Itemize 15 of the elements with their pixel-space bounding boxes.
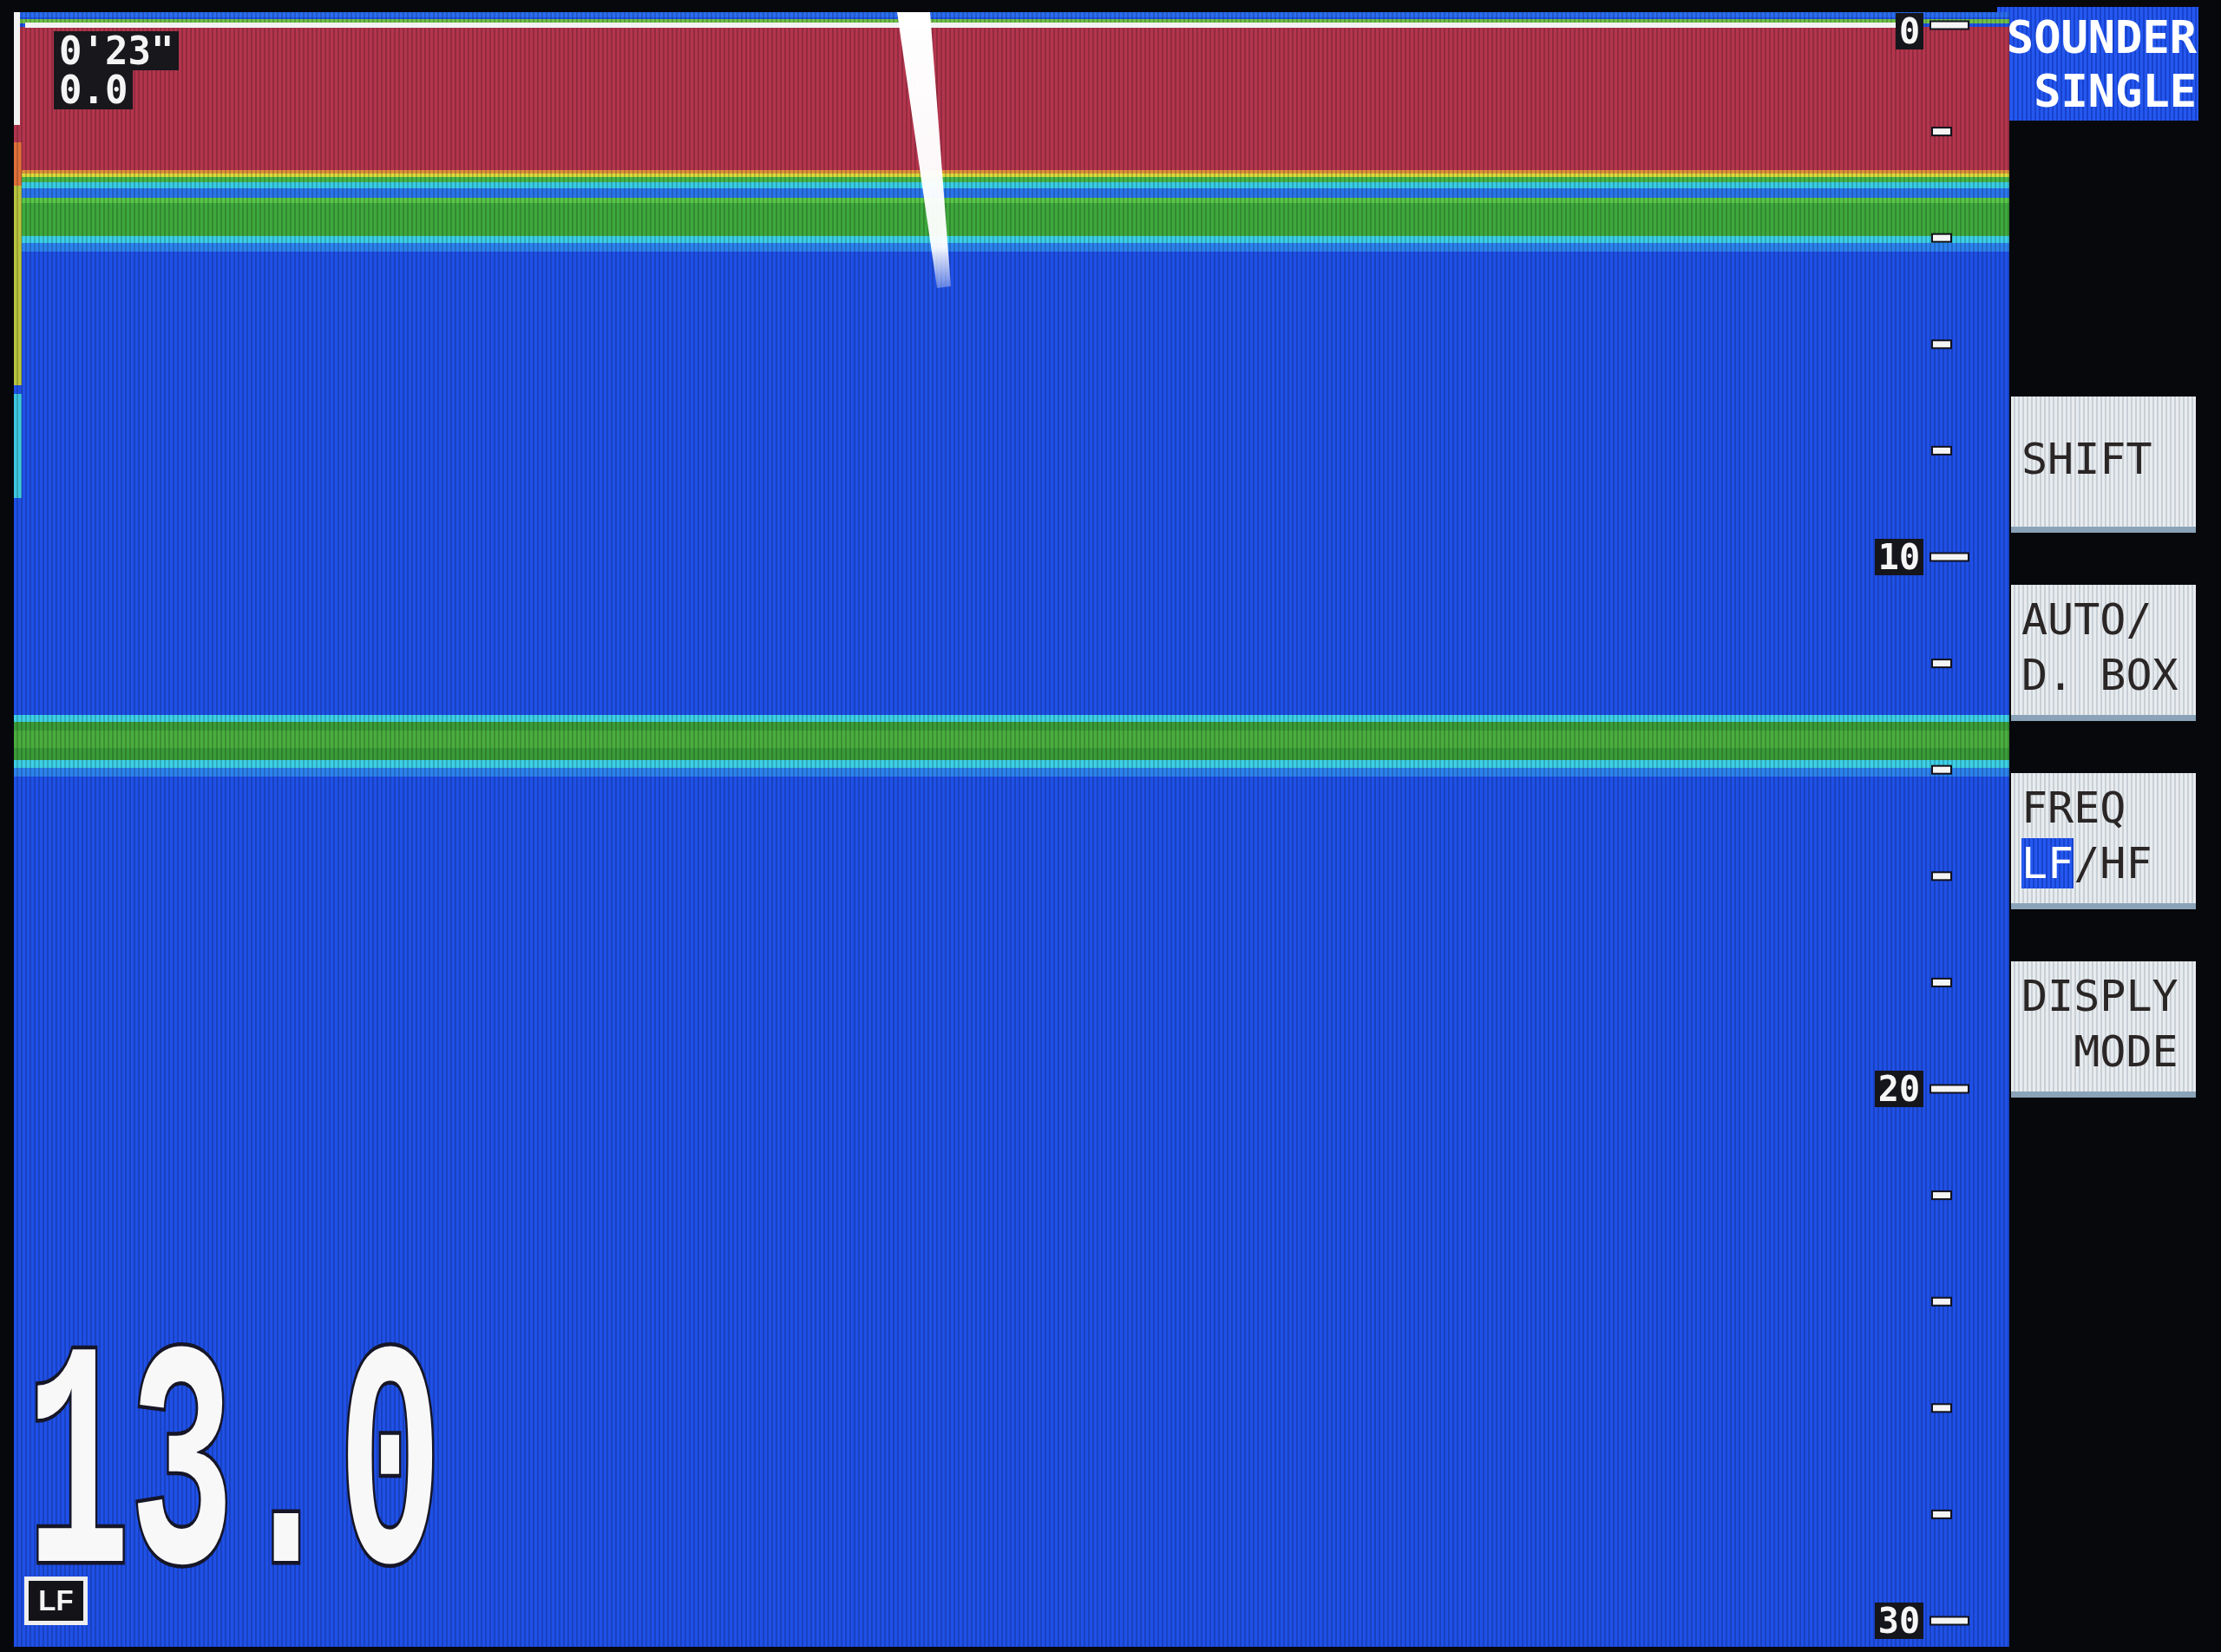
soft-key-button[interactable]: DISPLY MODE	[2011, 961, 2196, 1098]
frequency-badge: LF	[24, 1577, 88, 1625]
depth-label: 10	[1874, 539, 1923, 575]
soft-key-button[interactable]: FREQ LF/HF	[2011, 773, 2196, 909]
readout: 0.0	[54, 70, 134, 109]
readout: 0'23"	[54, 31, 180, 70]
frequency-option: HF	[2100, 838, 2152, 888]
depth-readout: 13.0	[26, 1344, 442, 1569]
soft-key-button[interactable]: SHIFT	[2011, 397, 2196, 533]
depth-label: 20	[1874, 1071, 1923, 1107]
mode-label: SOUNDER SINGLE	[1997, 7, 2198, 121]
soft-key-button[interactable]: AUTO/ D. BOX	[2011, 585, 2196, 721]
depth-label: 0	[1895, 13, 1923, 49]
depth-label: 30	[1874, 1603, 1923, 1639]
frequency-option: LF	[2021, 838, 2074, 888]
